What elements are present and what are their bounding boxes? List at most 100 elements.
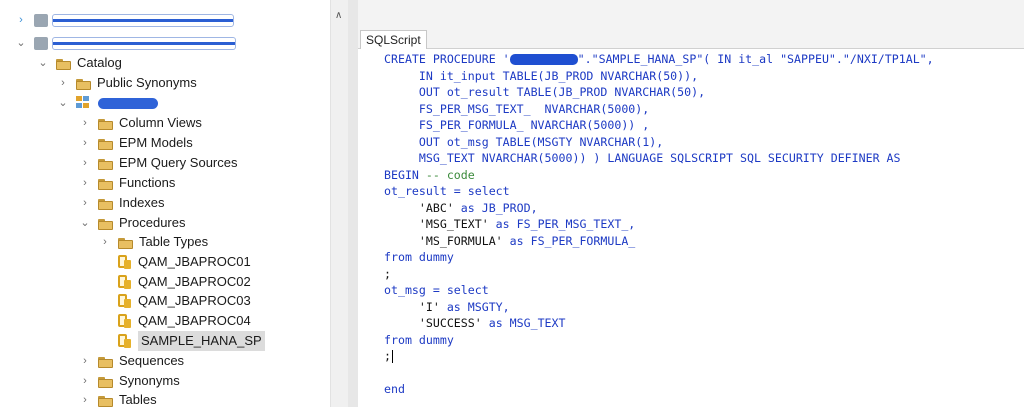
code-line: ; (384, 349, 393, 363)
procedure-label: SAMPLE_HANA_SP (138, 331, 265, 351)
tab-sqlscript[interactable]: SQLScript (360, 30, 427, 49)
procedure-icon (118, 294, 131, 308)
chevron-down-icon[interactable]: ⌄ (56, 93, 70, 113)
tree-scrollbar[interactable]: ∧ (330, 0, 349, 407)
code-line: 'SUCCESS' as MSG_TEXT (384, 316, 566, 330)
procedure-item[interactable]: QAM_JBAPROC04 (118, 311, 251, 331)
tree-label: Procedures (119, 215, 186, 230)
chevron-right-icon[interactable]: › (14, 10, 28, 30)
folder-icon (98, 218, 113, 230)
folder-icon (98, 158, 113, 170)
redacted-schema-name (98, 97, 158, 109)
code-line: 'ABC' as JB_PROD, (384, 200, 538, 215)
folder-icon (98, 356, 113, 368)
tree-row-epm-models[interactable]: › EPM Models (78, 133, 193, 153)
code-line: CREATE PROCEDURE ' "."SAMPLE_HANA_SP"( IN… (384, 52, 934, 66)
code-line: IN it_input TABLE(JB_PROD NVARCHAR(50)), (384, 68, 699, 83)
tree-row-functions[interactable]: › Functions (78, 173, 175, 193)
code-line: 'MSG_TEXT' as FS_PER_MSG_TEXT_, (384, 217, 636, 231)
tree-row-catalog[interactable]: ⌄ Catalog (36, 53, 122, 73)
tree-row-system-2[interactable]: ⌄ (14, 33, 236, 53)
chevron-right-icon[interactable]: › (78, 133, 92, 153)
tree-row-system-1[interactable]: › (14, 10, 234, 30)
redacted-system-name (52, 13, 234, 27)
database-icon (34, 13, 48, 27)
tree-label: EPM Query Sources (119, 155, 238, 170)
panel-divider[interactable] (348, 0, 358, 407)
chevron-right-icon[interactable]: › (78, 113, 92, 133)
chevron-right-icon[interactable]: › (78, 153, 92, 173)
chevron-right-icon[interactable]: › (78, 371, 92, 391)
tree-row-public-synonyms[interactable]: › Public Synonyms (56, 73, 197, 93)
code-line: OUT ot_result TABLE(JB_PROD NVARCHAR(50)… (384, 85, 706, 99)
code-line: ; (384, 266, 391, 281)
tree-row-synonyms[interactable]: › Synonyms (78, 371, 180, 391)
tree-label: EPM Models (119, 135, 193, 150)
code-area[interactable]: CREATE PROCEDURE ' "."SAMPLE_HANA_SP"( IN… (384, 51, 934, 398)
text-cursor (391, 350, 393, 363)
folder-icon (98, 395, 113, 407)
code-line: ot_msg = select (384, 283, 489, 297)
tree-row-sequences[interactable]: › Sequences (78, 351, 184, 371)
code-line: FS_PER_MSG_TEXT_ NVARCHAR(5000), (384, 101, 650, 116)
folder-icon (118, 237, 133, 249)
tree-row-schema[interactable]: ⌄ (56, 93, 158, 113)
chevron-right-icon[interactable]: › (78, 193, 92, 213)
tree-label: Table Types (139, 234, 209, 249)
tree-label: Indexes (119, 195, 165, 210)
chevron-down-icon[interactable]: ⌄ (78, 213, 92, 233)
procedure-item[interactable]: QAM_JBAPROC02 (118, 272, 251, 292)
code-line: 'MS_FORMULA' as FS_PER_FORMULA_ (384, 233, 636, 248)
folder-icon (98, 198, 113, 210)
tree-row-column-views[interactable]: › Column Views (78, 113, 202, 133)
redacted-schema-name (509, 54, 578, 65)
code-line: 'I' as MSGTY, (384, 299, 510, 314)
code-line: end (384, 382, 405, 396)
procedure-icon (118, 255, 131, 269)
chevron-down-icon[interactable]: ⌄ (36, 53, 50, 73)
scroll-up-arrow-icon[interactable]: ∧ (335, 10, 342, 21)
chevron-right-icon[interactable]: › (78, 173, 92, 193)
chevron-down-icon[interactable]: ⌄ (14, 33, 28, 53)
code-line: ot_result = select (384, 184, 510, 198)
tree-label: Public Synonyms (97, 75, 197, 90)
tree-row-procedures[interactable]: ⌄ Procedures (78, 213, 185, 233)
chevron-right-icon[interactable]: › (78, 351, 92, 371)
tree-row-epm-query-sources[interactable]: › EPM Query Sources (78, 153, 238, 173)
code-line: MSG_TEXT NVARCHAR(5000)) ) LANGUAGE SQLS… (384, 151, 901, 165)
tree-label: Tables (119, 392, 157, 407)
procedure-icon (118, 314, 131, 328)
code-line: BEGIN -- code (384, 167, 475, 182)
tree-row-tables[interactable]: › Tables (78, 390, 157, 407)
procedure-label: QAM_JBAPROC01 (138, 254, 251, 269)
procedure-icon (118, 275, 131, 289)
folder-icon (98, 178, 113, 190)
procedure-label: QAM_JBAPROC04 (138, 313, 251, 328)
tree-label: Functions (119, 175, 176, 190)
folder-icon (98, 376, 113, 388)
tree-row-indexes[interactable]: › Indexes (78, 193, 165, 213)
chevron-right-icon[interactable]: › (56, 73, 70, 93)
redacted-system-name (52, 36, 236, 50)
database-icon (34, 36, 48, 50)
procedure-item-selected[interactable]: SAMPLE_HANA_SP (118, 331, 265, 351)
tree-label: Synonyms (119, 373, 180, 388)
tree-row-table-types[interactable]: › Table Types (98, 232, 208, 252)
folder-icon (76, 78, 91, 90)
code-line: from dummy (384, 332, 454, 347)
folder-icon (98, 138, 113, 150)
catalog-tree-panel: › ⌄ ⌄ Catalog › Public Synonyms ⌄ › Colu… (0, 0, 330, 407)
procedure-item[interactable]: QAM_JBAPROC01 (118, 252, 251, 272)
tree-label: Catalog (77, 55, 122, 70)
procedure-item[interactable]: QAM_JBAPROC03 (118, 291, 251, 311)
chevron-right-icon[interactable]: › (98, 232, 112, 252)
code-line: OUT ot_msg TABLE(MSGTY NVARCHAR(1), (384, 134, 664, 149)
code-line: from dummy (384, 250, 454, 264)
procedure-icon (118, 334, 131, 348)
sql-editor: SQLScript CREATE PROCEDURE ' "."SAMPLE_HA… (358, 0, 1024, 407)
chevron-right-icon[interactable]: › (78, 390, 92, 407)
code-line: FS_PER_FORMULA_ NVARCHAR(5000)) , (384, 118, 650, 132)
folder-icon (98, 118, 113, 130)
procedure-label: QAM_JBAPROC03 (138, 293, 251, 308)
